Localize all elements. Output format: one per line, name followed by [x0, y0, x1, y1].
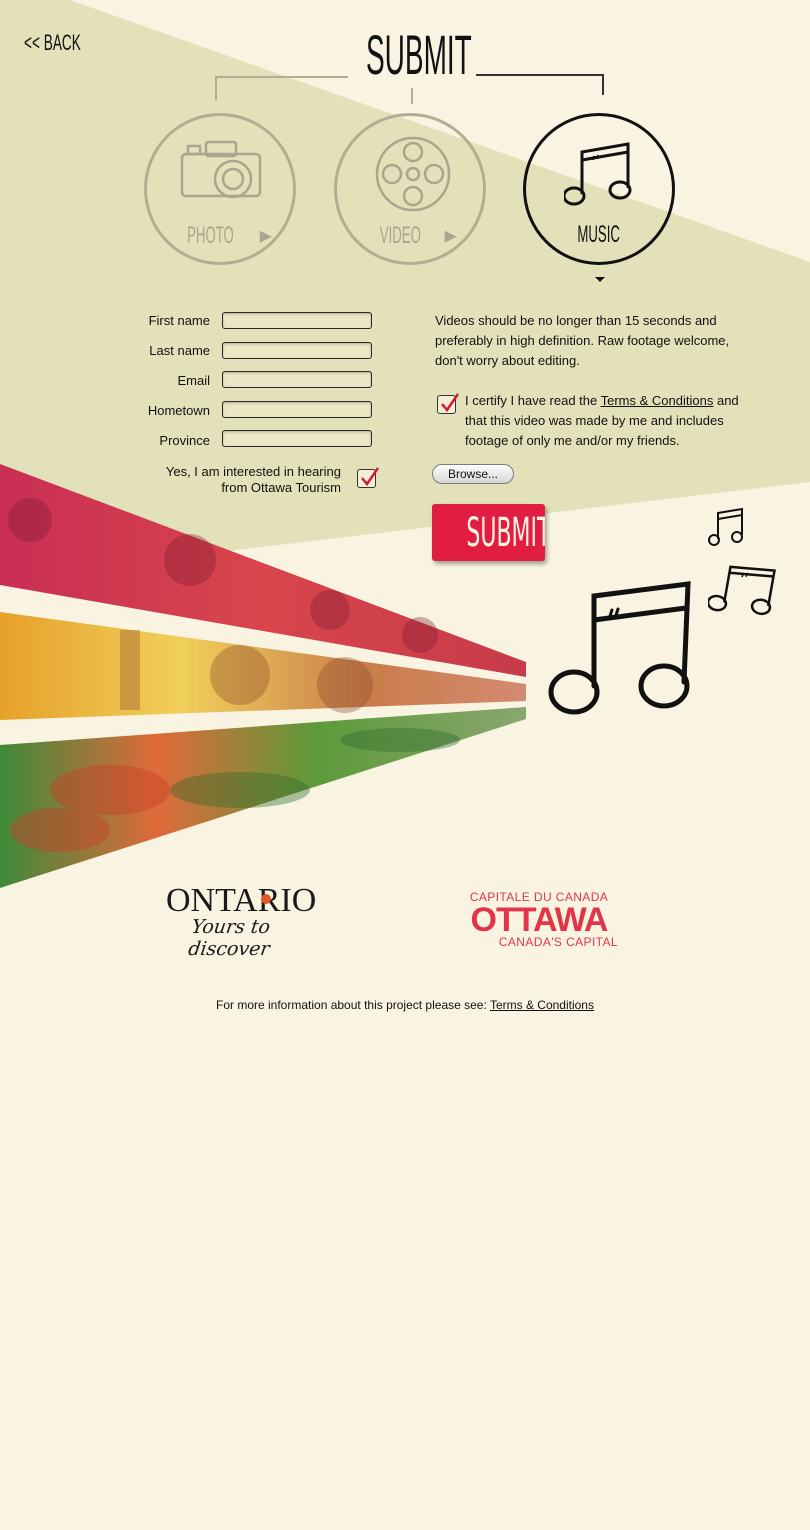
- hometown-label: Hometown: [147, 403, 210, 418]
- optin-label: Yes, I am interested in hearing from Ott…: [140, 464, 341, 496]
- optin-label-line2: from Ottawa Tourism: [221, 480, 341, 495]
- trillium-icon: [261, 894, 271, 904]
- province-field[interactable]: [222, 430, 372, 447]
- instructions-line3: don't worry about editing.: [435, 353, 580, 368]
- ontario-wordmark: ONTARIO: [166, 882, 317, 919]
- category-video[interactable]: VIDEO ▸: [334, 113, 486, 265]
- first-name-label: First name: [148, 313, 210, 328]
- last-name-label: Last name: [149, 343, 210, 358]
- ontario-tagline: Yours to discover: [186, 916, 272, 960]
- instructions-line2: preferably in high definition. Raw foota…: [435, 333, 730, 348]
- large-music-note-icon: [548, 581, 691, 715]
- optin-checkbox[interactable]: [357, 467, 380, 488]
- hometown-field[interactable]: [222, 401, 372, 418]
- certify-suffix: and: [716, 393, 739, 408]
- certify-checkbox[interactable]: [437, 393, 460, 414]
- certify-line3: footage of only me and/or my friends.: [465, 433, 680, 448]
- terms-link[interactable]: Terms & Conditions: [601, 393, 714, 408]
- certify-prefix: I certify I have read the: [465, 393, 598, 408]
- category-video-label: VIDEO ▸: [380, 222, 457, 249]
- certify-line2: that this video was made by me and inclu…: [465, 413, 724, 428]
- category-music-label: MUSIC: [577, 221, 621, 248]
- ontario-logo[interactable]: ONTARIO Yours to discover: [166, 882, 326, 961]
- page-title: SUBMIT: [366, 23, 472, 86]
- checkmark-icon: [441, 393, 460, 413]
- small-music-note-icon: [708, 507, 743, 546]
- category-photo[interactable]: PHOTO ▸: [144, 113, 296, 265]
- camera-icon: [180, 140, 262, 199]
- footer-text: For more information about this project …: [216, 998, 487, 1012]
- certify-text: I certify I have read the Terms & Condit…: [465, 391, 765, 451]
- first-name-field[interactable]: [222, 312, 372, 329]
- instructions-line1: Videos should be no longer than 15 secon…: [435, 313, 717, 328]
- music-note-icon: [564, 142, 632, 206]
- ottawa-wordmark: OTTAWA: [470, 901, 609, 939]
- upload-instructions: Videos should be no longer than 15 secon…: [435, 311, 755, 371]
- footer-terms-link[interactable]: Terms & Conditions: [490, 998, 594, 1012]
- checkmark-icon: [361, 467, 380, 487]
- optin-label-line1: Yes, I am interested in hearing: [165, 464, 341, 479]
- film-reel-icon: [375, 136, 451, 212]
- back-link[interactable]: << BACK: [24, 30, 81, 56]
- category-photo-label: PHOTO ▸: [187, 222, 272, 249]
- tilted-music-note-icon: [708, 565, 776, 616]
- footer-info: For more information about this project …: [0, 998, 810, 1012]
- email-label: Email: [177, 373, 210, 388]
- province-label: Province: [159, 433, 210, 448]
- browse-button[interactable]: Browse...: [432, 464, 514, 484]
- last-name-field[interactable]: [222, 342, 372, 359]
- submit-button[interactable]: SUBMIT: [432, 504, 545, 561]
- email-field[interactable]: [222, 371, 372, 388]
- active-indicator-icon: [595, 277, 605, 282]
- certify-line1: I certify I have read the Terms & Condit…: [465, 391, 765, 411]
- ottawa-logo[interactable]: CAPITALE DU CANADA OTTAWA CANADA'S CAPIT…: [454, 891, 624, 949]
- category-music[interactable]: MUSIC: [523, 113, 675, 265]
